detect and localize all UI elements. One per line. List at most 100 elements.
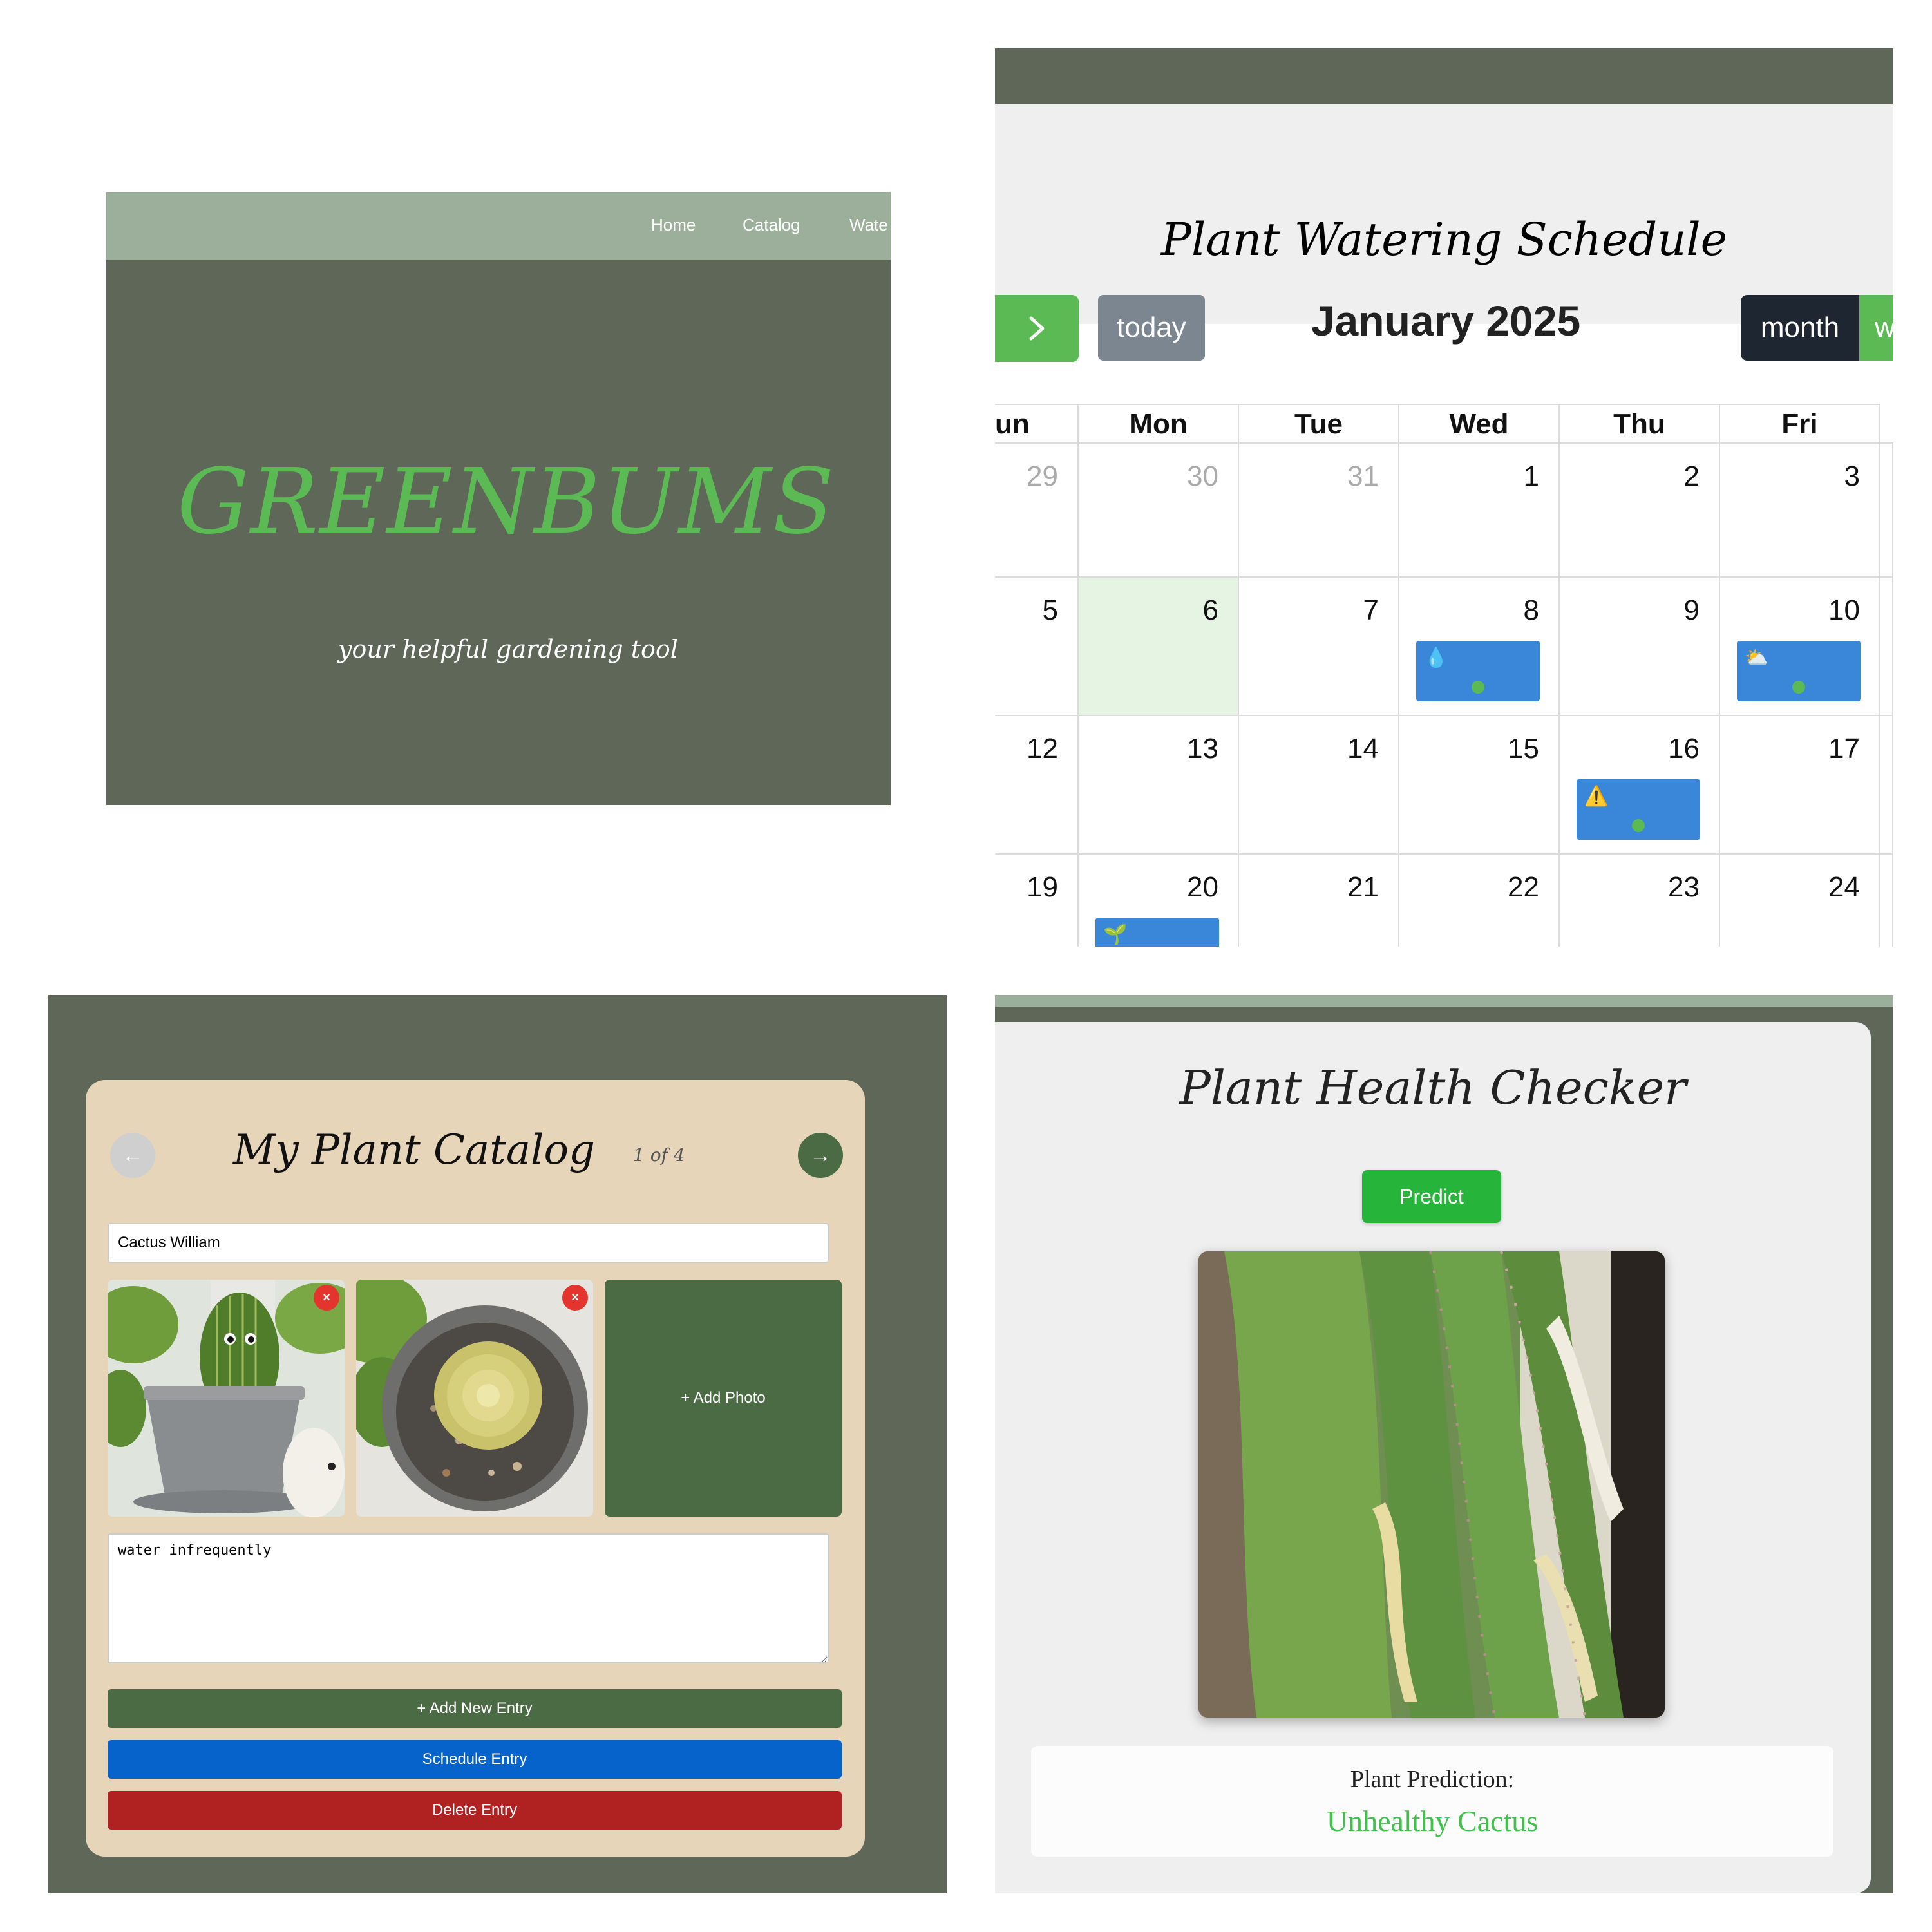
tagline: your helpful gardening tool (338, 635, 678, 663)
day-number: 7 (1363, 594, 1379, 626)
header-strip (995, 995, 1893, 1007)
schedule-header: Plant Watering Schedule (995, 104, 1893, 324)
watering-event[interactable]: 💧 (1416, 641, 1540, 701)
calendar-day-cell[interactable]: 31 (1239, 442, 1399, 576)
health-checker-page: Plant Health Checker Predict Plant Predi… (995, 995, 1893, 1893)
day-number: 19 (1027, 871, 1058, 903)
health-title: Plant Health Checker (1179, 1061, 1687, 1115)
plant-photo-2: × (356, 1280, 593, 1517)
day-number: 20 (1187, 871, 1218, 903)
nav-home-link[interactable]: Home (651, 215, 696, 235)
calendar-day-cell[interactable]: 24 (1720, 853, 1880, 947)
chevron-right-icon (1029, 316, 1045, 341)
calendar-day-cell[interactable]: 21 (1239, 853, 1399, 947)
day-number: 24 (1828, 871, 1860, 903)
plant-dot-icon (1472, 681, 1484, 694)
day-number: 23 (1668, 871, 1700, 903)
calendar-day-cell[interactable] (1880, 576, 1893, 715)
calendar-day-cell[interactable]: 10 ⛅ (1720, 576, 1880, 715)
arrow-left-icon: ← (122, 1142, 144, 1168)
next-entry-button[interactable]: → (798, 1133, 843, 1178)
day-number: 3 (1844, 460, 1860, 492)
calendar-day-cell[interactable]: 23 (1560, 853, 1720, 947)
delete-entry-button[interactable]: Delete Entry (108, 1791, 842, 1830)
cactus-pot-photo (108, 1280, 345, 1517)
watering-schedule-page: Plant Watering Schedule today January 20… (995, 48, 1893, 947)
prev-entry-button[interactable]: ← (110, 1133, 155, 1178)
nav-catalog-link[interactable]: Catalog (743, 215, 800, 235)
calendar-day-cell[interactable]: 9 (1560, 576, 1720, 715)
catalog-title: My Plant Catalog (233, 1126, 595, 1174)
day-number: 5 (1042, 594, 1058, 626)
add-entry-button[interactable]: + Add New Entry (108, 1689, 842, 1728)
add-photo-button[interactable]: + Add Photo (605, 1280, 842, 1517)
plant-photo (1198, 1251, 1665, 1718)
calendar-day-cell[interactable]: 19 (995, 853, 1079, 947)
page-indicator: 1 of 4 (633, 1144, 685, 1166)
delete-photo-button[interactable]: × (314, 1285, 339, 1311)
prediction-value: Unhealthy Cactus (1326, 1804, 1539, 1837)
calendar-day-cell[interactable]: 16 ⚠️ (1560, 715, 1720, 853)
calendar-day-cell[interactable]: 14 (1239, 715, 1399, 853)
calendar-day-cell[interactable]: 22 (1399, 853, 1560, 947)
day-number: 15 (1508, 733, 1539, 764)
watering-event[interactable]: ⛅ (1737, 641, 1861, 701)
calendar-title: January 2025 (1311, 297, 1581, 345)
day-number: 2 (1683, 460, 1700, 492)
plant-dot-icon (1632, 819, 1645, 832)
predict-button[interactable]: Predict (1362, 1170, 1501, 1223)
prediction-result: Plant Prediction: Unhealthy Cactus (1031, 1746, 1833, 1857)
day-number: 21 (1347, 871, 1379, 903)
plant-dot-icon (1792, 681, 1805, 694)
plant-photo-1: × (108, 1280, 345, 1517)
event-icon: ⛅ (1745, 647, 1769, 668)
watering-event[interactable]: ⚠️ (1577, 779, 1700, 840)
catalog-card: ← My Plant Catalog 1 of 4 → × (86, 1080, 865, 1857)
nav-watering-link[interactable]: Wate (849, 215, 888, 235)
calendar-day-cell[interactable]: 30 (1079, 442, 1239, 576)
calendar-day-cell[interactable]: 12 (995, 715, 1079, 853)
day-number: 17 (1828, 733, 1860, 764)
schedule-entry-button[interactable]: Schedule Entry (108, 1740, 842, 1779)
next-month-button[interactable] (995, 295, 1079, 362)
weekday-header: Wed (1399, 404, 1560, 442)
plant-name-input[interactable] (108, 1223, 829, 1263)
landing-page: Home Catalog Wate GREENBUMS your helpful… (106, 192, 891, 805)
brand-title: GREENBUMS (177, 450, 836, 554)
day-number: 6 (1202, 594, 1218, 626)
weekday-header: un (995, 404, 1079, 442)
calendar-day-cell[interactable]: 29 (995, 442, 1079, 576)
calendar-day-cell[interactable]: 1 (1399, 442, 1560, 576)
event-icon: 💧 (1424, 647, 1448, 668)
calendar-day-cell[interactable]: 8 💧 (1399, 576, 1560, 715)
calendar-day-cell[interactable]: 6 (1079, 576, 1239, 715)
calendar-day-cell[interactable]: 13 (1079, 715, 1239, 853)
day-number: 30 (1187, 460, 1218, 492)
watering-event[interactable]: 🌱 (1095, 918, 1219, 947)
day-number: 16 (1668, 733, 1700, 764)
month-view-button[interactable]: month (1741, 295, 1859, 361)
week-view-button[interactable]: w (1859, 295, 1893, 361)
calendar-grid: un Mon Tue Wed Thu Fri 29 30 31 1 2 3 5 6 7 8 💧 9 10 ⛅ 12 13 1… (995, 404, 1893, 947)
calendar-day-cell[interactable]: 3 (1720, 442, 1880, 576)
calendar-day-cell[interactable] (1880, 715, 1893, 853)
calendar-day-cell[interactable]: 15 (1399, 715, 1560, 853)
calendar-day-cell[interactable] (1880, 853, 1893, 947)
day-number: 12 (1027, 733, 1058, 764)
top-bar (995, 48, 1893, 104)
day-number: 14 (1347, 733, 1379, 764)
calendar-day-cell[interactable]: 17 (1720, 715, 1880, 853)
day-number: 8 (1523, 594, 1539, 626)
weekday-header: Fri (1720, 404, 1880, 442)
delete-photo-button[interactable]: × (562, 1285, 588, 1311)
calendar-day-cell[interactable]: 5 (995, 576, 1079, 715)
calendar-day-cell[interactable]: 20 🌱 (1079, 853, 1239, 947)
today-button[interactable]: today (1098, 295, 1205, 361)
day-number: 13 (1187, 733, 1218, 764)
calendar-day-cell[interactable]: 7 (1239, 576, 1399, 715)
calendar-day-cell[interactable]: 2 (1560, 442, 1720, 576)
day-number: 22 (1508, 871, 1539, 903)
calendar-day-cell[interactable] (1880, 442, 1893, 576)
plant-notes-textarea[interactable]: water infrequently (108, 1533, 829, 1663)
prediction-label: Plant Prediction: (1350, 1766, 1515, 1793)
